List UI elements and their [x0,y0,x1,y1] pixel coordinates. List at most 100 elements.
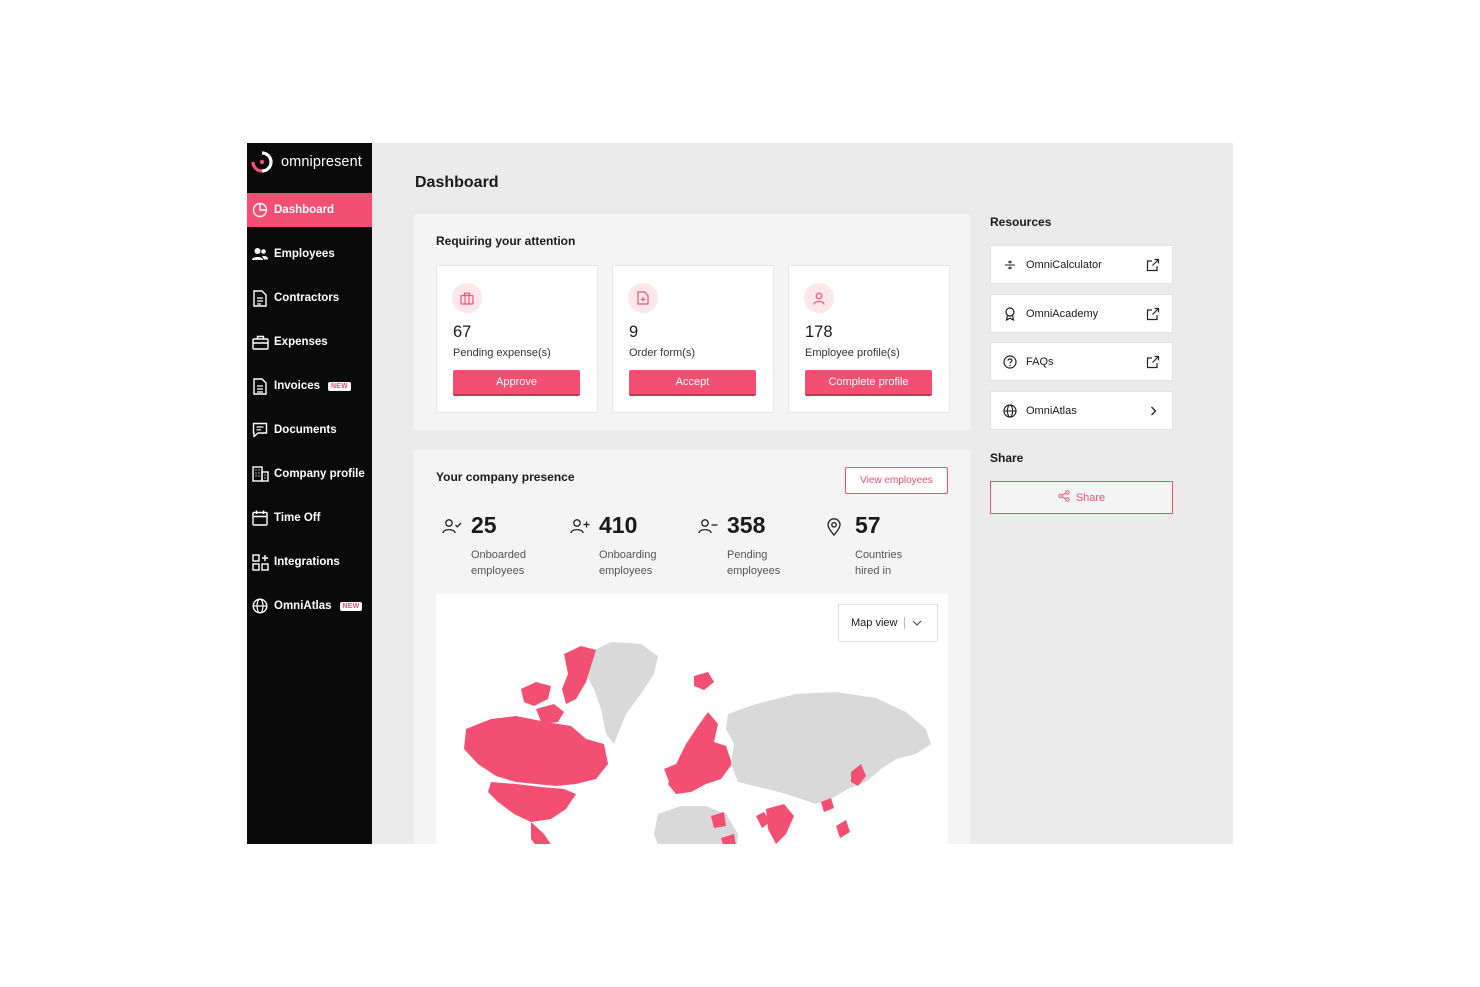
employee-profiles-count: 178 [805,323,833,341]
attention-panel: Requiring your attention 67 Pending expe… [414,214,970,430]
employee-profiles-label: Employee profile(s) [805,347,900,359]
users-icon [251,245,269,263]
stat-value: 57 [855,512,881,538]
sidebar-item-label: Company profile [274,468,365,480]
world-map[interactable]: Map view [436,594,948,844]
help-circle-icon [1003,354,1017,369]
chevron-down-icon [912,617,922,629]
message-doc-icon [251,421,269,439]
select-divider [904,617,906,629]
order-forms-count: 9 [629,323,639,341]
new-badge: NEW [328,381,351,391]
sidebar-item-dashboard[interactable]: Dashboard [247,193,372,227]
sidebar-item-invoices[interactable]: Invoices NEW [247,369,372,403]
sidebar-item-label: OmniAtlas [274,600,332,612]
page-title: Dashboard [415,174,499,191]
omnipresent-logo-icon [251,151,273,173]
resource-label: OmniAtlas [1026,404,1077,417]
share-button[interactable]: Share [990,481,1173,514]
sidebar-item-integrations[interactable]: Integrations [247,545,372,579]
sidebar-item-label: Integrations [274,556,340,568]
sidebar-item-employees[interactable]: Employees [247,237,372,271]
stat-label: Pending employees [727,549,781,577]
new-badge: NEW [339,601,363,611]
briefcase-icon [251,333,269,351]
award-icon [1003,306,1017,321]
stat-onboarding: 410 Onboarding employees [570,512,690,582]
stat-value: 25 [471,512,497,538]
pending-expenses-label: Pending expense(s) [453,347,551,359]
stat-label: Onboarding employees [599,549,657,577]
grid-plus-icon [251,553,269,571]
briefcase-icon [452,283,482,313]
resource-label: FAQs [1026,355,1054,368]
user-minus-icon [698,518,718,538]
accept-button[interactable]: Accept [629,370,756,396]
calendar-icon [251,509,269,527]
share-icon [1058,490,1070,505]
map-view-label: Map view [851,617,898,629]
sidebar-nav: Dashboard Employees Contractors Expenses [247,193,372,623]
company-presence-panel: Your company presence View employees 25 … [414,450,970,844]
attention-title: Requiring your attention [436,234,576,248]
approve-button[interactable]: Approve [453,370,580,396]
pie-chart-icon [251,201,269,219]
resource-omniatlas[interactable]: OmniAtlas [990,391,1173,430]
sidebar-item-label: Invoices [274,380,321,392]
stat-countries: 57 Countries hired in [826,512,946,582]
sidebar-item-label: Time Off [274,512,321,524]
resource-faqs[interactable]: FAQs [990,342,1173,381]
share-button-label: Share [1075,491,1106,504]
resources-title: Resources [990,215,1052,229]
location-pin-icon [826,518,846,538]
sidebar-item-label: Dashboard [274,204,335,216]
logo[interactable]: omnipresent [247,143,372,181]
invoice-icon [251,377,269,395]
presence-title: Your company presence [436,470,575,484]
calculator-icon [1003,258,1017,272]
sidebar-item-company-profile[interactable]: Company profile [247,457,372,491]
employee-profiles-card: 178 Employee profile(s) Complete profile [788,265,950,413]
user-plus-icon [570,518,590,538]
resource-label: OmniAcademy [1026,307,1099,320]
globe-icon [251,597,269,615]
sidebar-item-omniatlas[interactable]: OmniAtlas NEW [247,589,372,623]
brand-name: omnipresent [281,154,362,170]
sidebar-item-label: Employees [274,248,335,260]
pending-expenses-count: 67 [453,323,472,341]
sidebar: omnipresent Dashboard Employees Contract… [247,143,372,844]
sidebar-item-contractors[interactable]: Contractors [247,281,372,315]
sidebar-item-label: Documents [274,424,337,436]
order-forms-card: 9 Order form(s) Accept [612,265,774,413]
globe-icon [1003,403,1017,418]
chevron-right-icon [1146,404,1160,418]
order-forms-label: Order form(s) [629,347,695,359]
sidebar-item-label: Contractors [274,292,340,304]
document-icon [251,289,269,307]
user-check-icon [442,518,462,538]
stat-label: Onboarded employees [471,549,527,577]
sidebar-item-expenses[interactable]: Expenses [247,325,372,359]
resource-omnicalculator[interactable]: OmniCalculator [990,245,1173,284]
main-content: Dashboard Requiring your attention 67 Pe… [372,143,1233,844]
complete-profile-button[interactable]: Complete profile [805,370,932,396]
stat-onboarded: 25 Onboarded employees [442,512,562,582]
stat-value: 410 [599,512,638,538]
external-link-icon [1146,307,1160,321]
resource-omniacademy[interactable]: OmniAcademy [990,294,1173,333]
expenses-card: 67 Pending expense(s) Approve [436,265,598,413]
sidebar-item-label: Expenses [274,336,328,348]
external-link-icon [1146,258,1160,272]
stat-pending: 358 Pending employees [698,512,818,582]
sidebar-item-time-off[interactable]: Time Off [247,501,372,535]
stat-value: 358 [727,512,766,538]
resource-label: OmniCalculator [1026,258,1102,271]
sidebar-item-documents[interactable]: Documents [247,413,372,447]
file-icon [628,283,658,313]
map-view-select[interactable]: Map view [838,604,938,642]
share-title: Share [990,451,1024,465]
building-icon [251,465,269,483]
stat-label: Countries hired in [855,549,903,577]
external-link-icon [1146,355,1160,369]
view-employees-button[interactable]: View employees [845,467,948,494]
